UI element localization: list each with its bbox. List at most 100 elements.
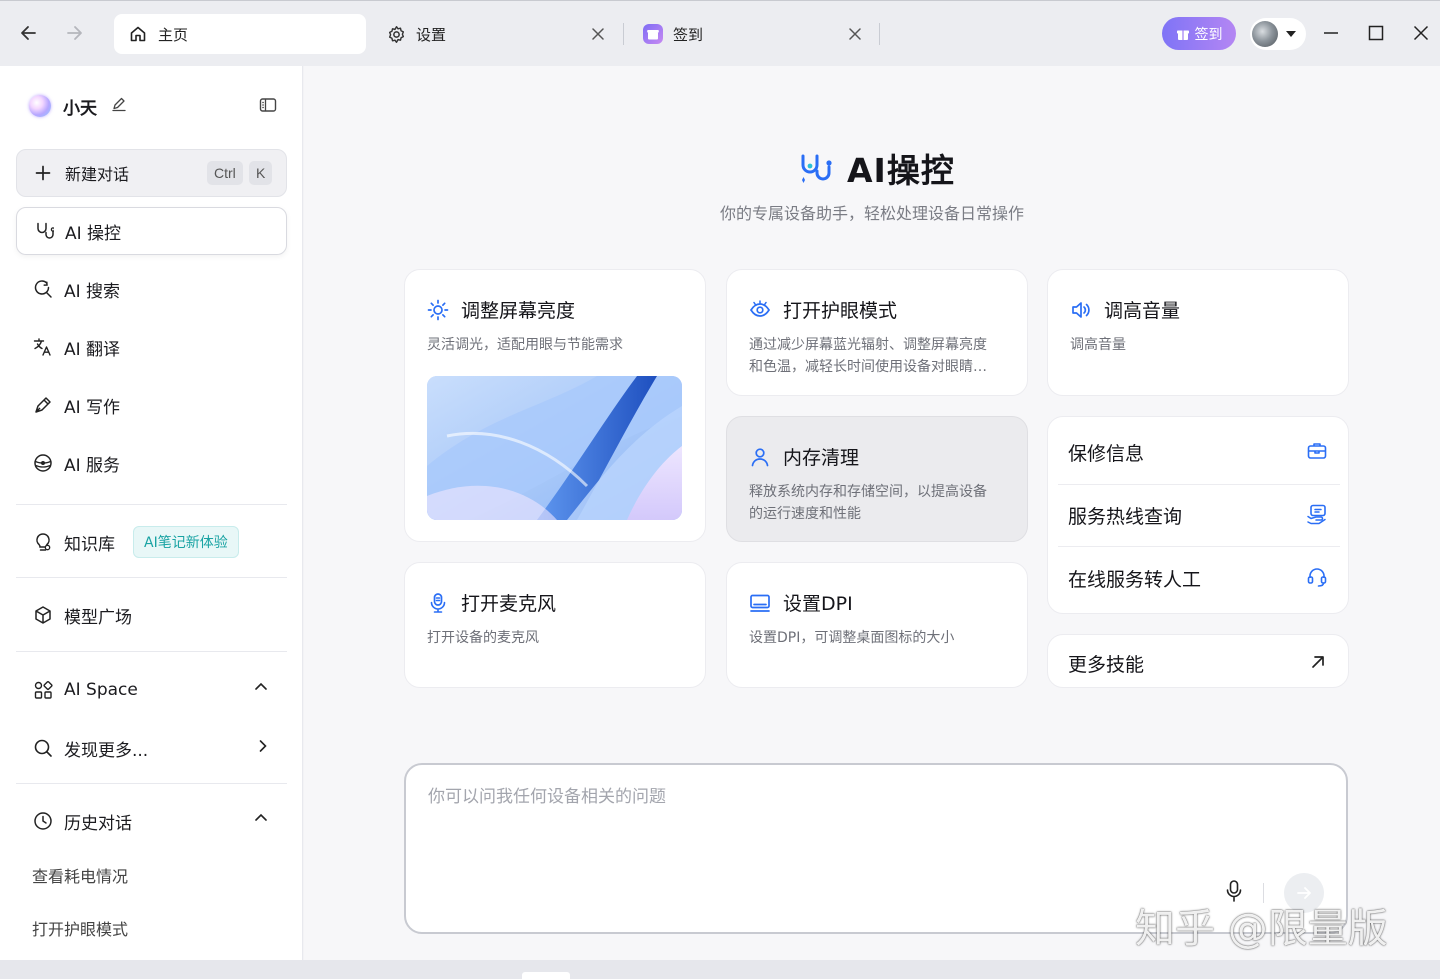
- tab-checkin[interactable]: 签到: [629, 14, 873, 54]
- card-description: 设置DPI，可调整桌面图标的大小: [749, 630, 955, 646]
- warranty-info-link[interactable]: 保修信息: [1068, 421, 1330, 483]
- card-title: 内存清理: [749, 443, 859, 470]
- sun-icon: [427, 299, 449, 321]
- pen-icon: [32, 394, 54, 416]
- tab-settings[interactable]: 设置: [372, 14, 616, 54]
- ai-notes-badge[interactable]: AI笔记新体验: [133, 526, 239, 558]
- checkin-button[interactable]: 签到: [1162, 17, 1236, 50]
- forward-button[interactable]: [60, 19, 88, 47]
- close-window-button[interactable]: [1409, 21, 1433, 45]
- online-human-service-link[interactable]: 在线服务转人工: [1068, 547, 1330, 609]
- sidebar-item-history[interactable]: 历史对话: [16, 797, 287, 845]
- tab-separator: [879, 23, 880, 45]
- sidebar-item-label: AI 服务: [64, 455, 121, 476]
- sidebar-item-ai-space[interactable]: AI Space: [16, 666, 287, 714]
- knowledge-bulb-icon: [32, 531, 54, 553]
- gift-icon: [1176, 30, 1189, 40]
- watermark-text: 知乎 @限量版: [1135, 906, 1388, 952]
- assistant-logo-icon: [29, 95, 51, 117]
- sidebar-item-model-plaza[interactable]: 模型广场: [16, 591, 287, 639]
- sidebar-item-discover-more[interactable]: 发现更多...: [16, 724, 287, 772]
- title-bar: 主页 设置 签到 签到: [0, 0, 1440, 66]
- maximize-button[interactable]: [1364, 21, 1388, 45]
- stethoscope-icon: [33, 220, 55, 242]
- close-icon: [1413, 25, 1429, 41]
- history-item[interactable]: 打开护眼模式: [32, 916, 128, 940]
- arrow-up-right-icon: [1312, 656, 1324, 668]
- sidebar-item-ai-control[interactable]: AI 操控: [16, 207, 287, 255]
- card-title: 打开麦克风: [427, 589, 556, 616]
- brightness-card[interactable]: 调整屏幕亮度 灵活调光，适配用眼与节能需求: [404, 269, 706, 542]
- microphone-card[interactable]: 打开麦克风 打开设备的麦克风: [404, 562, 706, 688]
- tab-checkin-close-button[interactable]: [845, 24, 865, 44]
- account-menu-button[interactable]: [1250, 18, 1306, 50]
- page-subtitle: 你的专属设备助手，轻松处理设备日常操作: [719, 204, 1024, 223]
- gift-icon: [643, 24, 663, 44]
- card-title: 设置DPI: [749, 589, 853, 616]
- volume-card[interactable]: 调高音量 调高音量: [1047, 269, 1349, 396]
- sidebar-item-label: AI Space: [64, 680, 138, 700]
- gear-icon: [386, 24, 406, 44]
- collapse-sidebar-button[interactable]: [259, 97, 277, 117]
- memory-cleanup-card[interactable]: 内存清理 释放系统内存和存储空间，以提高设备的运行速度和性能: [726, 416, 1028, 542]
- new-chat-button[interactable]: 新建对话 Ctrl K: [16, 149, 287, 197]
- divider: [16, 651, 287, 652]
- checkin-label: 签到: [1194, 26, 1223, 43]
- sidebar-item-ai-writing[interactable]: AI 写作: [16, 381, 287, 429]
- card-title-text: 打开麦克风: [461, 593, 557, 615]
- more-skills-label: 更多技能: [1068, 654, 1145, 676]
- page-title-text: AI操控: [847, 151, 955, 190]
- card-title-text: 内存清理: [783, 447, 860, 469]
- back-button[interactable]: [15, 19, 43, 47]
- headset-icon: [1307, 568, 1327, 587]
- card-title: 调高音量: [1070, 296, 1180, 323]
- card-description: 灵活调光，适配用眼与节能需求: [427, 337, 623, 353]
- sidebar-item-label: AI 翻译: [64, 339, 121, 360]
- divider: [16, 504, 287, 505]
- service-ring-icon: [32, 452, 54, 474]
- hotline-icon: [1307, 504, 1326, 525]
- brand: 小天: [29, 94, 127, 119]
- service-label: 服务热线查询: [1068, 505, 1183, 528]
- service-hotline-link[interactable]: 服务热线查询: [1068, 484, 1330, 546]
- wallpaper-preview-image: [427, 376, 682, 520]
- bottom-handle: [522, 972, 570, 979]
- sidebar-item-ai-service[interactable]: AI 服务: [16, 439, 287, 487]
- tab-checkin-label: 签到: [673, 25, 704, 44]
- bottom-bar: [0, 960, 1440, 979]
- sidebar-item-label: AI 搜索: [64, 281, 121, 302]
- sidebar-item-label: 知识库: [64, 534, 115, 555]
- plus-icon: [35, 165, 51, 181]
- eye-icon: [749, 299, 771, 321]
- cube-icon: [32, 604, 54, 626]
- more-skills-button[interactable]: 更多技能: [1047, 634, 1349, 688]
- card-description: 通过减少屏幕蓝光辐射、调整屏幕亮度和色温，减轻长时间使用设备对眼睛的伤害: [749, 337, 987, 375]
- sidebar: 小天 新建对话 Ctrl K AI 操控 AI 搜索 AI 翻译 AI 写作 A…: [0, 66, 303, 960]
- minimize-button[interactable]: [1319, 21, 1343, 45]
- arrow-left-icon: [21, 26, 36, 40]
- close-icon: [592, 28, 604, 40]
- tab-home-label: 主页: [158, 25, 189, 44]
- card-description: 调高音量: [1070, 337, 1126, 353]
- sidebar-item-ai-translate[interactable]: AI 翻译: [16, 323, 287, 371]
- monitor-icon: [749, 592, 771, 614]
- card-title-text: 调整屏幕亮度: [461, 300, 576, 322]
- question-input[interactable]: [428, 787, 1308, 807]
- sidebar-item-label: 发现更多...: [64, 740, 149, 761]
- service-label: 在线服务转人工: [1068, 568, 1202, 591]
- chevron-right-icon: [259, 740, 267, 752]
- history-item[interactable]: 查看耗电情况: [32, 863, 128, 887]
- sidebar-item-ai-search[interactable]: AI 搜索: [16, 265, 287, 313]
- edit-name-button[interactable]: [111, 96, 127, 116]
- shortcut-k: K: [249, 161, 273, 185]
- dpi-card[interactable]: 设置DPI 设置DPI，可调整桌面图标的大小: [726, 562, 1028, 688]
- tab-settings-close-button[interactable]: [588, 24, 608, 44]
- home-icon: [128, 24, 148, 44]
- toolbox-icon: [1307, 443, 1327, 459]
- shortcut-ctrl: Ctrl: [207, 161, 243, 185]
- sidebar-item-knowledge-base[interactable]: 知识库 AI笔记新体验: [16, 518, 287, 566]
- arrow-right-icon: [67, 26, 82, 40]
- eye-care-card[interactable]: 打开护眼模式 通过减少屏幕蓝光辐射、调整屏幕亮度和色温，减轻长时间使用设备对眼睛…: [726, 269, 1028, 396]
- divider: [16, 783, 287, 784]
- tab-home[interactable]: 主页: [114, 14, 366, 54]
